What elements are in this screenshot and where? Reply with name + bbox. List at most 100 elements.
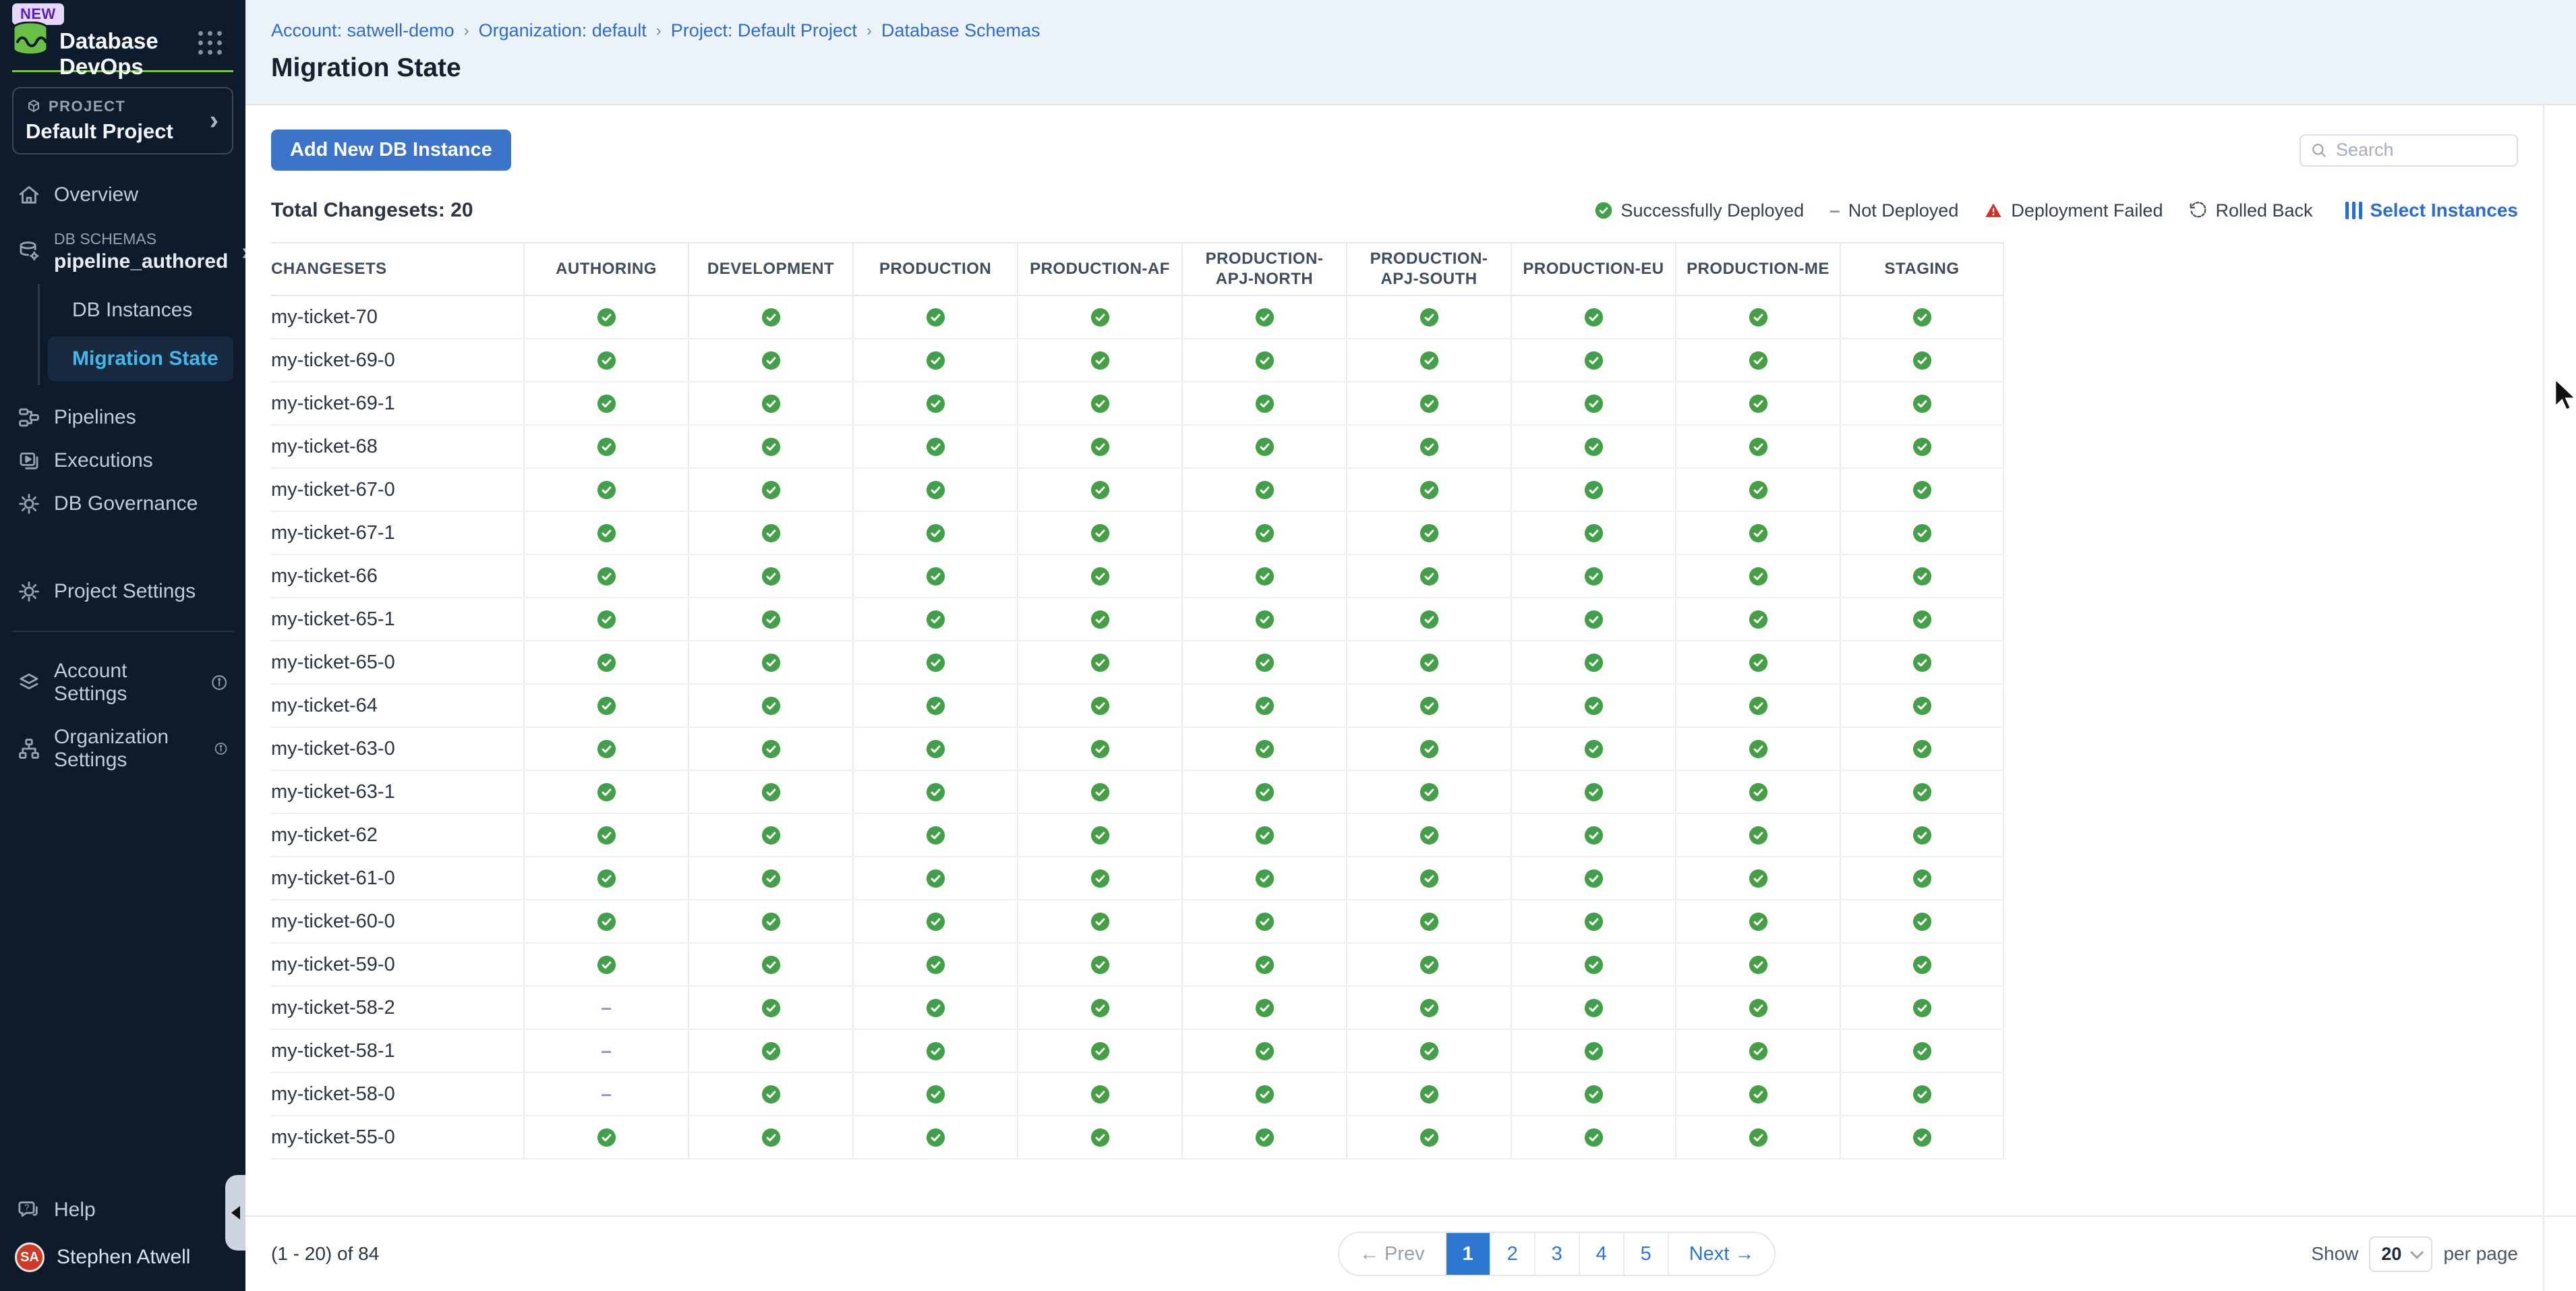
main-area: Account: satwell-demo › Organization: de…: [245, 0, 2576, 1291]
info-icon[interactable]: [210, 673, 228, 692]
status-cell: [1181, 469, 1346, 511]
show-label: Show: [2311, 1243, 2358, 1265]
changeset-name: my-ticket-63-1: [271, 771, 523, 813]
page-button-4[interactable]: 4: [1579, 1233, 1623, 1275]
changeset-name: my-ticket-59-0: [271, 944, 523, 985]
search-input[interactable]: [2336, 140, 2507, 161]
changeset-name: my-ticket-60-0: [271, 900, 523, 942]
success-check-icon: [1419, 566, 1440, 587]
status-cell: –: [523, 1073, 688, 1115]
table-row: my-ticket-61-0: [271, 857, 2004, 900]
success-check-icon: [1912, 911, 1933, 932]
success-check-icon: [925, 350, 946, 371]
success-check-icon: [1583, 307, 1604, 328]
success-check-icon: [1090, 998, 1111, 1019]
success-check-icon: [1748, 911, 1769, 932]
sidebar-item-label: DB Governance: [54, 492, 198, 515]
sidebar-item-db-schemas[interactable]: DB SCHEMAS pipeline_authored ›: [0, 217, 245, 280]
legend-label: Rolled Back: [2215, 200, 2312, 221]
prev-page-button[interactable]: ← Prev: [1339, 1233, 1445, 1275]
success-check-icon: [1912, 998, 1933, 1019]
next-page-button[interactable]: Next →: [1668, 1233, 1775, 1275]
success-check-icon: [761, 393, 782, 414]
success-check-icon: [1090, 393, 1111, 414]
success-check-icon: [1748, 566, 1769, 587]
sidebar-collapse-handle[interactable]: [225, 1175, 245, 1251]
changeset-name: my-ticket-58-1: [271, 1030, 523, 1072]
success-check-icon: [1254, 954, 1275, 975]
success-check-icon: [925, 868, 946, 889]
page-size-select[interactable]: 20: [2369, 1236, 2432, 1272]
status-cell: [1675, 987, 1840, 1029]
sidebar-item-help[interactable]: ? Help: [0, 1188, 245, 1232]
sidebar-item-label: Help: [54, 1199, 96, 1222]
page-button-1[interactable]: 1: [1445, 1233, 1490, 1275]
breadcrumb-account[interactable]: Account: satwell-demo: [271, 20, 455, 41]
table-row: my-ticket-58-2–: [271, 987, 2004, 1030]
status-cell: [1017, 900, 1181, 942]
breadcrumb-project[interactable]: Project: Default Project: [671, 20, 857, 41]
logo-row: NEW Database DevOps: [0, 0, 245, 70]
changeset-name: my-ticket-69-0: [271, 339, 523, 381]
collapse-arrow-icon: [231, 1206, 240, 1220]
success-check-icon: [1090, 1041, 1111, 1062]
sidebar-item-overview[interactable]: Overview: [0, 173, 245, 217]
success-check-icon: [1090, 739, 1111, 759]
success-check-icon: [1419, 1127, 1440, 1148]
sidebar-item-db-governance[interactable]: DB Governance: [0, 482, 245, 525]
status-cell: [523, 728, 688, 770]
page-button-2[interactable]: 2: [1490, 1233, 1534, 1275]
legend-deployment-failed: Deployment Failed: [1984, 200, 2163, 221]
status-cell: [1017, 512, 1181, 554]
changeset-name: my-ticket-64: [271, 685, 523, 726]
success-check-icon: [1090, 868, 1111, 889]
success-check-icon: [1090, 436, 1111, 457]
status-cell: [688, 641, 852, 683]
add-db-instance-button[interactable]: Add New DB Instance: [271, 130, 511, 171]
success-check-icon: [1419, 868, 1440, 889]
status-cell: [1346, 555, 1511, 597]
status-cell: [852, 339, 1017, 381]
status-cell: [1017, 1116, 1181, 1158]
success-check-icon: [925, 782, 946, 803]
status-cell: [1017, 685, 1181, 726]
success-check-icon: [761, 739, 782, 759]
sidebar-item-db-instances[interactable]: DB Instances: [48, 288, 233, 333]
success-check-icon: [1419, 436, 1440, 457]
success-check-icon: [1419, 954, 1440, 975]
sidebar-item-project-settings[interactable]: Project Settings: [0, 570, 245, 613]
sidebar-item-migration-state[interactable]: Migration State: [48, 337, 233, 381]
table-row: my-ticket-64: [271, 685, 2004, 728]
sidebar-item-pipelines[interactable]: Pipelines: [0, 396, 245, 439]
layers-icon: [18, 671, 40, 694]
status-cell: [1181, 814, 1346, 856]
success-check-icon: [1748, 1041, 1769, 1062]
status-cell: [523, 382, 688, 424]
page-button-3[interactable]: 3: [1534, 1233, 1579, 1275]
status-cell: [1181, 382, 1346, 424]
breadcrumb-database-schemas[interactable]: Database Schemas: [881, 20, 1041, 41]
sidebar-item-account-settings[interactable]: Account Settings: [0, 650, 245, 716]
success-check-icon: [1583, 436, 1604, 457]
status-cell: [1840, 512, 2004, 554]
db-schemas-label: DB SCHEMAS: [54, 230, 228, 248]
sidebar-item-organization-settings[interactable]: Organization Settings: [0, 716, 245, 782]
status-cell: [1511, 728, 1675, 770]
app-launcher-icon[interactable]: [198, 31, 223, 55]
select-instances-button[interactable]: Select Instances: [2345, 200, 2518, 221]
status-cell: [1181, 944, 1346, 985]
success-check-icon: [1583, 782, 1604, 803]
status-cell: [1017, 814, 1181, 856]
status-cell: [1181, 771, 1346, 813]
user-menu[interactable]: SA Stephen Atwell: [0, 1232, 245, 1291]
info-icon[interactable]: [214, 739, 228, 758]
success-check-icon: [1748, 609, 1769, 630]
not-deployed-dash: –: [601, 1040, 612, 1062]
status-cell: [852, 426, 1017, 467]
page-button-5[interactable]: 5: [1623, 1233, 1668, 1275]
project-selector[interactable]: PROJECT Default Project ›: [12, 87, 233, 154]
success-check-icon: [1419, 1084, 1440, 1105]
table-row: my-ticket-55-0: [271, 1116, 2004, 1159]
sidebar-item-executions[interactable]: Executions: [0, 439, 245, 482]
breadcrumb-organization[interactable]: Organization: default: [479, 20, 647, 41]
